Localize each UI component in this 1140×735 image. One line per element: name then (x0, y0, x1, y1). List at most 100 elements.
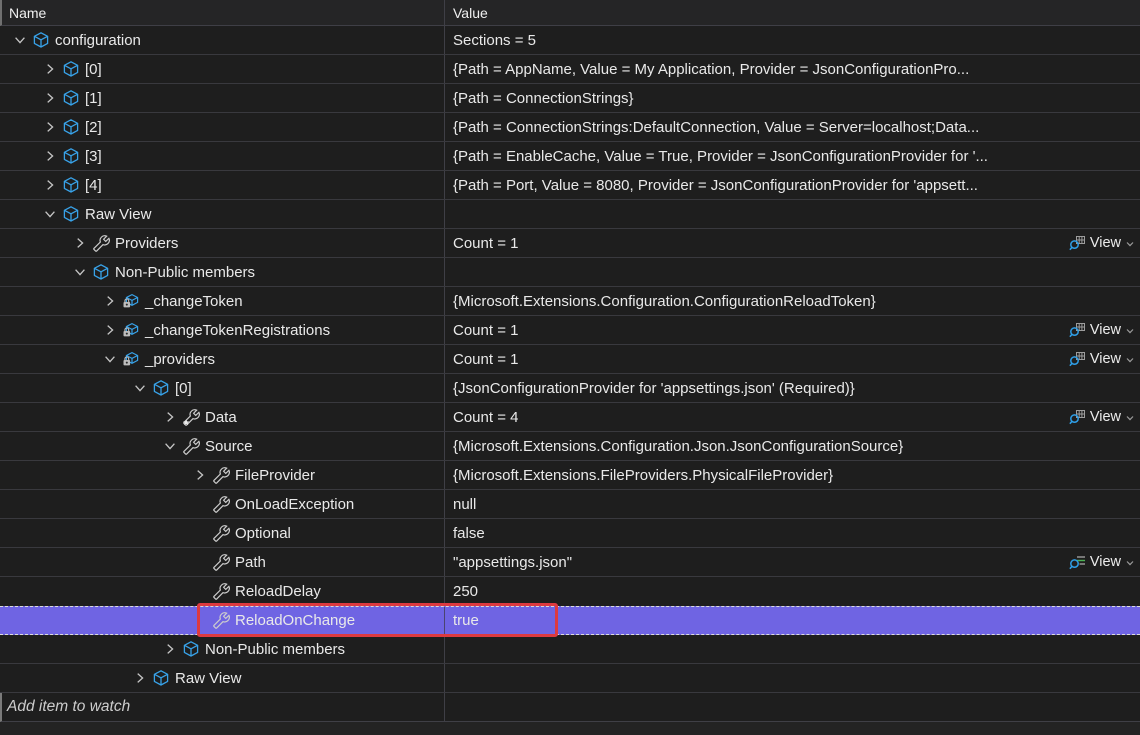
watch-name: [0] (175, 380, 192, 397)
name-cell: Non-Public members (0, 635, 445, 663)
chevron-down-icon (1125, 558, 1135, 568)
view-button[interactable]: View (1069, 554, 1140, 571)
name-cell: Raw View (0, 664, 445, 692)
indent-spacer (192, 583, 208, 599)
watch-name: Source (205, 438, 253, 455)
name-cell: Non-Public members (0, 258, 445, 286)
watch-name: ReloadDelay (235, 583, 321, 600)
watch-window: Name Value configuration Sections = 5 [0… (0, 0, 1140, 735)
view-button[interactable]: View (1069, 351, 1140, 368)
watch-row[interactable]: Data Count = 4 View (0, 403, 1140, 432)
view-button[interactable]: View (1069, 235, 1140, 252)
name-cell: [3] (0, 142, 445, 170)
chevron-right-icon[interactable] (162, 641, 178, 657)
chevron-right-icon[interactable] (42, 90, 58, 106)
watch-row[interactable]: Raw View (0, 200, 1140, 229)
name-cell: [1] (0, 84, 445, 112)
watch-value: {Microsoft.Extensions.Configuration.Conf… (453, 293, 876, 310)
watch-value: null (453, 496, 476, 513)
object-icon (62, 205, 80, 223)
chevron-down-icon[interactable] (72, 264, 88, 280)
watch-row[interactable]: ReloadOnChange true (0, 606, 1140, 635)
watch-value: Count = 1 (453, 351, 518, 368)
value-cell: {Microsoft.Extensions.FileProviders.Phys… (445, 461, 1140, 489)
chevron-down-icon[interactable] (12, 32, 28, 48)
watch-row[interactable]: Non-Public members (0, 635, 1140, 664)
watch-row[interactable]: Raw View (0, 664, 1140, 693)
name-cell: ReloadOnChange (0, 607, 445, 634)
chevron-down-icon (1125, 239, 1135, 249)
chevron-right-icon[interactable] (132, 670, 148, 686)
watch-row[interactable]: [0] {JsonConfigurationProvider for 'apps… (0, 374, 1140, 403)
value-cell (445, 200, 1140, 228)
property-star-icon (182, 408, 200, 426)
name-cell: configuration (0, 26, 445, 54)
chevron-right-icon[interactable] (72, 235, 88, 251)
watch-name: Data (205, 409, 237, 426)
view-grid-icon (1069, 322, 1086, 339)
watch-row[interactable]: ReloadDelay 250 (0, 577, 1140, 606)
view-button[interactable]: View (1069, 322, 1140, 339)
chevron-down-icon[interactable] (102, 351, 118, 367)
watch-row[interactable]: OnLoadException null (0, 490, 1140, 519)
value-cell: null (445, 490, 1140, 518)
chevron-right-icon[interactable] (102, 293, 118, 309)
view-button[interactable]: View (1069, 409, 1140, 426)
watch-row[interactable]: [4] {Path = Port, Value = 8080, Provider… (0, 171, 1140, 200)
property-icon (182, 437, 200, 455)
watch-row[interactable]: Source {Microsoft.Extensions.Configurati… (0, 432, 1140, 461)
chevron-right-icon[interactable] (42, 119, 58, 135)
watch-row[interactable]: Optional false (0, 519, 1140, 548)
chevron-right-icon[interactable] (42, 61, 58, 77)
watch-row[interactable]: Non-Public members (0, 258, 1140, 287)
indent-spacer (192, 554, 208, 570)
watch-name: Non-Public members (205, 641, 345, 658)
view-button-label: View (1090, 351, 1121, 367)
property-icon (212, 612, 230, 630)
view-button-label: View (1090, 322, 1121, 338)
chevron-right-icon[interactable] (102, 322, 118, 338)
watch-row[interactable]: [0] {Path = AppName, Value = My Applicat… (0, 55, 1140, 84)
watch-row[interactable]: _changeTokenRegistrations Count = 1 View (0, 316, 1140, 345)
watch-row[interactable]: [2] {Path = ConnectionStrings:DefaultCon… (0, 113, 1140, 142)
chevron-right-icon[interactable] (42, 177, 58, 193)
watch-row[interactable]: [3] {Path = EnableCache, Value = True, P… (0, 142, 1140, 171)
name-cell: Optional (0, 519, 445, 547)
chevron-down-icon[interactable] (132, 380, 148, 396)
watch-value: true (453, 612, 479, 629)
watch-name: Path (235, 554, 266, 571)
add-item-placeholder[interactable]: Add item to watch (2, 693, 445, 721)
object-icon (62, 176, 80, 194)
add-item-row[interactable]: Add item to watch (0, 693, 1140, 722)
column-header-name: Name (2, 0, 445, 25)
watch-row[interactable]: Providers Count = 1 View (0, 229, 1140, 258)
chevron-right-icon[interactable] (42, 148, 58, 164)
watch-name: Raw View (175, 670, 241, 687)
chevron-down-icon[interactable] (162, 438, 178, 454)
watch-value: {Path = Port, Value = 8080, Provider = J… (453, 177, 978, 194)
property-icon (212, 553, 230, 571)
value-cell: Count = 4 View (445, 403, 1140, 431)
watch-name: [2] (85, 119, 102, 136)
value-cell: "appsettings.json" View (445, 548, 1140, 576)
watch-value: "appsettings.json" (453, 554, 572, 571)
watch-row[interactable]: [1] {Path = ConnectionStrings} (0, 84, 1140, 113)
watch-row[interactable]: configuration Sections = 5 (0, 26, 1140, 55)
name-cell: ReloadDelay (0, 577, 445, 605)
watch-row[interactable]: FileProvider {Microsoft.Extensions.FileP… (0, 461, 1140, 490)
watch-row[interactable]: Path "appsettings.json" View (0, 548, 1140, 577)
watch-row[interactable]: _changeToken {Microsoft.Extensions.Confi… (0, 287, 1140, 316)
name-cell: _providers (0, 345, 445, 373)
chevron-down-icon[interactable] (42, 206, 58, 222)
watch-name: _changeTokenRegistrations (145, 322, 330, 339)
object-icon (32, 31, 50, 49)
chevron-right-icon[interactable] (192, 467, 208, 483)
name-cell: FileProvider (0, 461, 445, 489)
value-cell: 250 (445, 577, 1140, 605)
name-cell: [0] (0, 374, 445, 402)
watch-rows: configuration Sections = 5 [0] {Path = A… (0, 26, 1140, 722)
watch-value: {Microsoft.Extensions.FileProviders.Phys… (453, 467, 833, 484)
chevron-right-icon[interactable] (162, 409, 178, 425)
value-cell: false (445, 519, 1140, 547)
watch-row[interactable]: _providers Count = 1 View (0, 345, 1140, 374)
